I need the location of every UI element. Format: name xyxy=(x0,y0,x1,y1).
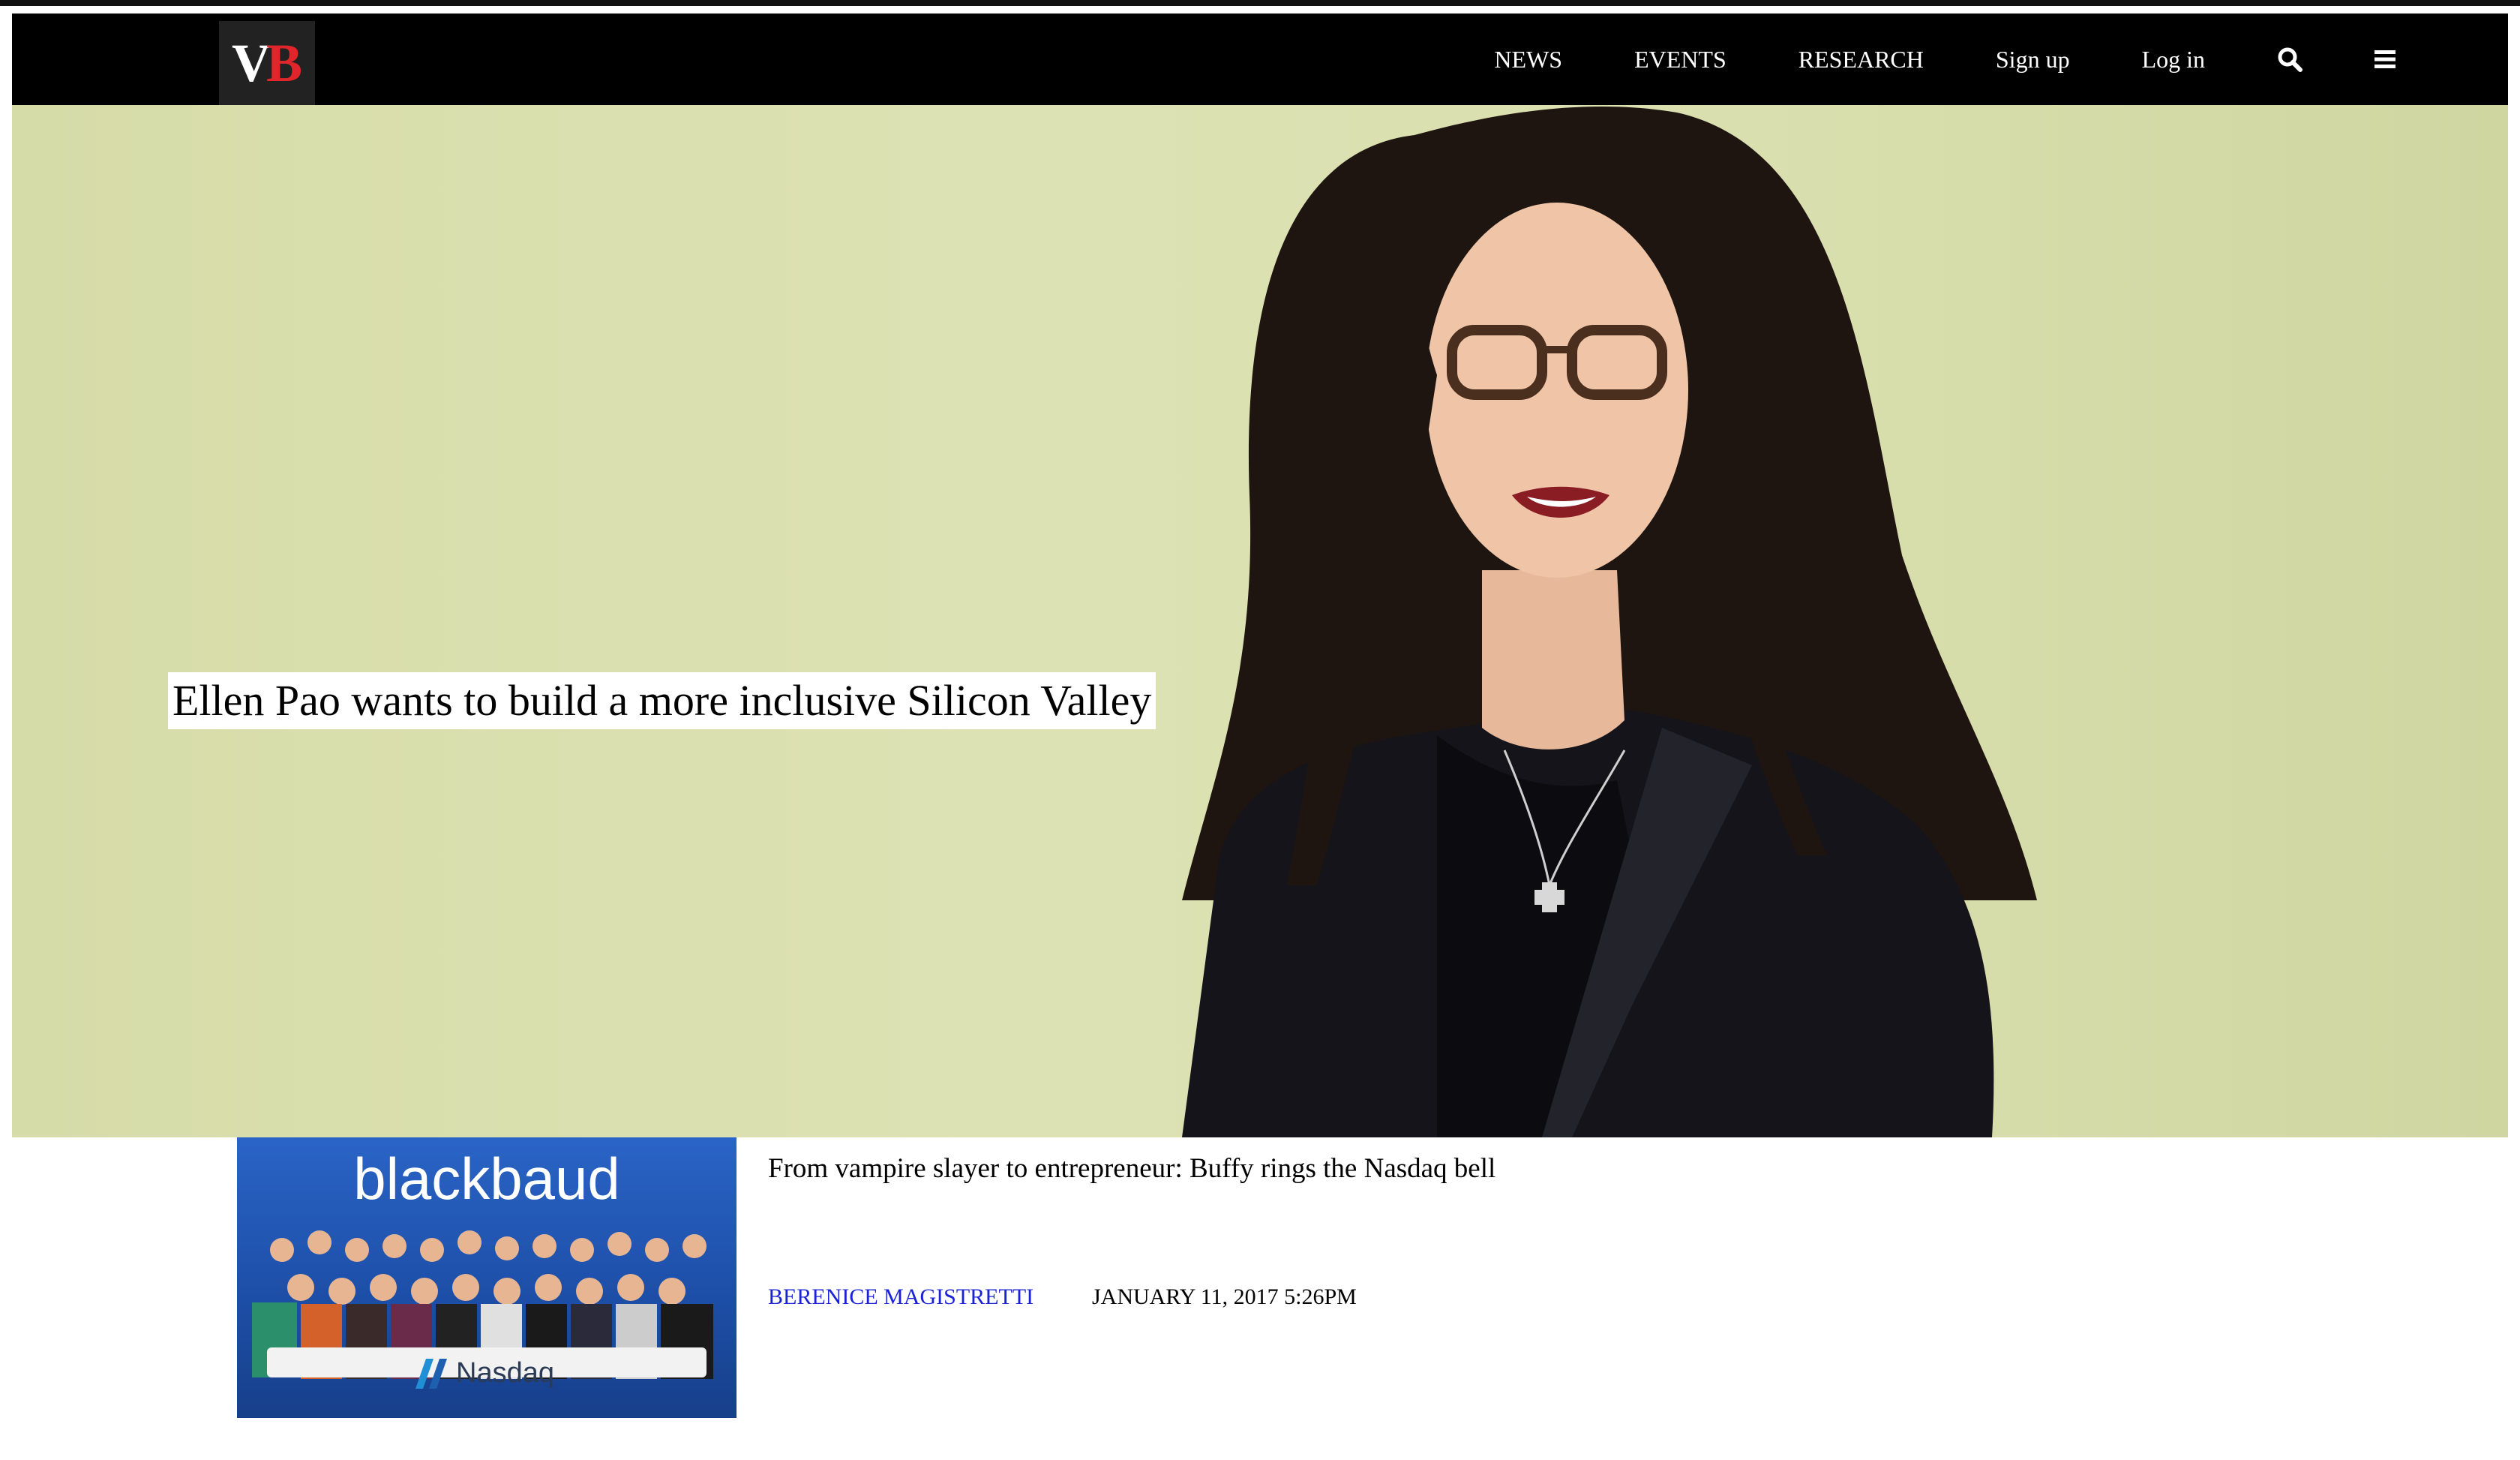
top-gap xyxy=(0,6,2520,14)
nav-sign-up[interactable]: Sign up xyxy=(1996,46,2070,74)
nasdaq-logo-icon xyxy=(416,1359,447,1389)
hero-banner[interactable]: Ellen Pao wants to build a more inclusiv… xyxy=(12,105,2508,1137)
hero-headline[interactable]: Ellen Pao wants to build a more inclusiv… xyxy=(168,672,1156,729)
nav-events[interactable]: EVENTS xyxy=(1634,46,1726,74)
story-card: blackbaud Nasdaq From vampire slayer to … xyxy=(237,1137,2337,1418)
logo-letter-b: B xyxy=(266,32,303,93)
story-headline[interactable]: From vampire slayer to entrepreneur: Buf… xyxy=(768,1152,1496,1185)
nav-research[interactable]: RESEARCH xyxy=(1798,46,1924,74)
story-author-link[interactable]: BERENICE MAGISTRETTI xyxy=(768,1284,1034,1310)
search-icon[interactable] xyxy=(2277,47,2302,72)
menu-icon[interactable] xyxy=(2374,50,2396,69)
logo-letter-v: V xyxy=(231,32,271,93)
main-nav: NEWS EVENTS RESEARCH Sign up Log in xyxy=(1494,14,2508,105)
nasdaq-sign: Nasdaq xyxy=(412,1350,554,1395)
site-header: VB NEWS EVENTS RESEARCH Sign up Log in xyxy=(12,14,2508,105)
hero-portrait-image xyxy=(1182,106,2037,1137)
story-date: JANUARY 11, 2017 5:26PM xyxy=(1092,1284,1357,1309)
top-border xyxy=(0,0,2520,6)
story-thumbnail[interactable]: blackbaud Nasdaq xyxy=(237,1137,736,1418)
nav-log-in[interactable]: Log in xyxy=(2142,46,2205,74)
nasdaq-label: Nasdaq xyxy=(456,1356,554,1389)
nav-news[interactable]: NEWS xyxy=(1494,46,1562,74)
vb-logo[interactable]: VB xyxy=(219,21,315,105)
